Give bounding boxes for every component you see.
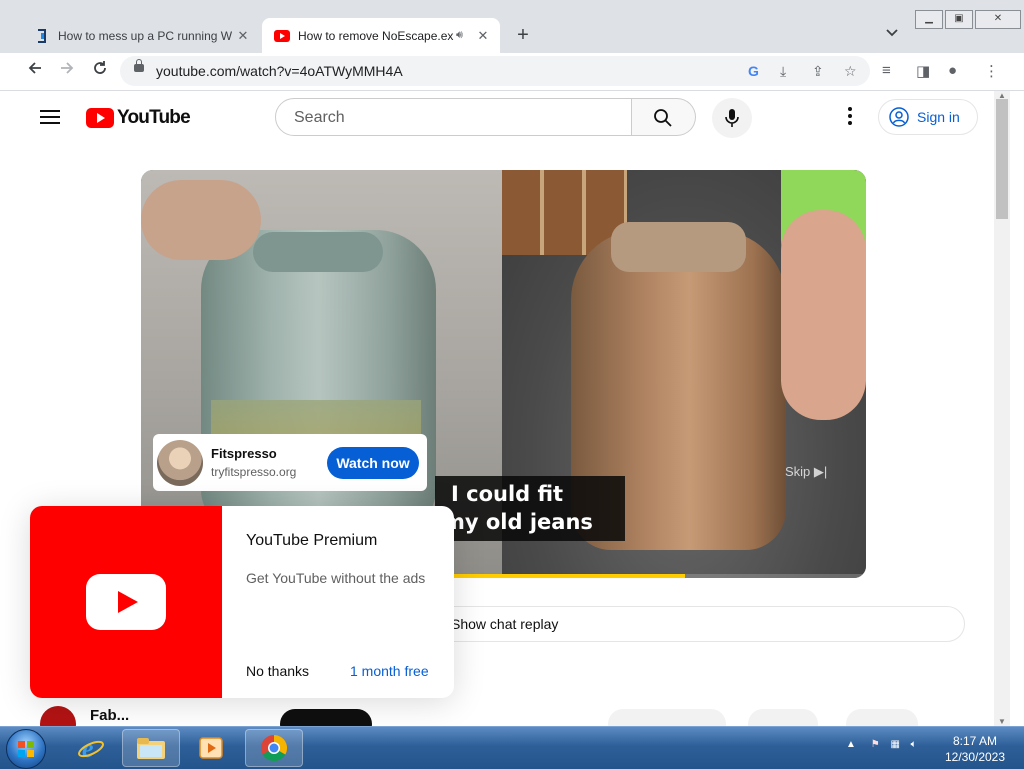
search-icon	[654, 109, 672, 127]
ad-url: tryfitspresso.org	[211, 465, 297, 479]
minimize-button[interactable]: ▁	[915, 10, 943, 29]
youtube-play-button-icon	[86, 574, 166, 630]
tab-close-icon[interactable]: ✕	[234, 28, 252, 44]
volume-muted-icon[interactable]: 🔈︎	[911, 739, 917, 750]
hamburger-menu-icon[interactable]	[40, 110, 60, 124]
tab-search-chevron-icon[interactable]	[886, 26, 898, 40]
page-favicon-icon	[34, 28, 50, 44]
media-controls-icon[interactable]: ≡	[882, 62, 891, 79]
youtube-premium-popup: YouTube Premium Get YouTube without the …	[30, 506, 454, 698]
clock-time: 8:17 AM	[952, 734, 998, 748]
ad-overlay-card[interactable]: Fitspresso tryfitspresso.org Watch now	[153, 434, 427, 491]
tab-strip: How to mess up a PC running W ✕ How to r…	[0, 0, 1024, 53]
sign-in-button[interactable]: Sign in	[878, 99, 978, 135]
video-jar-brown-neck	[611, 222, 746, 272]
tab-noescape[interactable]: How to remove NoEscape.ex 🔊︎ ✕	[262, 18, 500, 53]
forward-arrow-icon[interactable]	[55, 59, 79, 83]
start-button[interactable]	[6, 729, 46, 769]
side-panel-icon[interactable]: ◨	[916, 62, 930, 80]
chrome-menu-icon[interactable]: ⋮	[984, 62, 999, 80]
youtube-logo[interactable]: YouTube	[86, 107, 191, 129]
profile-icon[interactable]: ●	[948, 62, 957, 79]
watch-now-button[interactable]: Watch now	[327, 446, 419, 479]
reload-icon[interactable]	[88, 59, 112, 83]
subscribe-button[interactable]	[280, 709, 372, 726]
taskbar-clock[interactable]: 8:17 AM 12/30/2023	[940, 733, 1010, 765]
microphone-icon	[725, 109, 739, 127]
page-scrollbar[interactable]: ▲ ▼	[994, 91, 1010, 726]
browser-toolbar: youtube.com/watch?v=4oATWyMMH4A G ⤓ ⇪ ☆ …	[0, 53, 1024, 91]
one-month-free-button[interactable]: 1 month free	[350, 663, 429, 679]
media-player-taskbar-button[interactable]	[182, 729, 240, 767]
address-bar[interactable]: youtube.com/watch?v=4oATWyMMH4A G ⤓ ⇪ ☆	[120, 56, 870, 86]
chrome-icon	[261, 734, 288, 762]
clock-date: 12/30/2023	[944, 750, 1006, 764]
internet-explorer-icon: e	[78, 734, 104, 762]
channel-row: Fab...	[40, 704, 980, 726]
new-tab-button[interactable]: +	[512, 24, 534, 47]
tab-close-icon[interactable]: ✕	[474, 28, 492, 44]
channel-avatar[interactable]	[40, 706, 76, 726]
media-player-icon	[199, 737, 223, 759]
share-icon[interactable]: ⇪	[812, 63, 824, 80]
caption-line-2: my old jeans	[443, 510, 593, 534]
tab-title: How to mess up a PC running W	[58, 28, 233, 43]
window-border	[1010, 91, 1024, 726]
search-input[interactable]	[292, 108, 616, 128]
video-caption: I could fit my old jeans	[435, 476, 625, 541]
folder-icon	[137, 738, 165, 759]
internet-explorer-taskbar-button[interactable]: e	[62, 729, 120, 767]
network-icon[interactable]: ▦	[890, 739, 899, 750]
maximize-button[interactable]: ▣	[945, 10, 973, 29]
search-button[interactable]	[632, 98, 696, 136]
lock-icon[interactable]	[134, 59, 144, 72]
youtube-favicon-icon	[274, 28, 290, 44]
close-window-button[interactable]: ✕	[975, 10, 1021, 29]
sign-in-label: Sign in	[917, 109, 960, 125]
system-tray: ▲ ⚑ ▦ 🔈︎	[846, 739, 917, 750]
more-actions-button[interactable]	[846, 709, 918, 726]
speaker-icon[interactable]: 🔊︎	[456, 29, 470, 42]
youtube-wordmark: YouTube	[117, 107, 191, 128]
account-circle-icon	[889, 107, 909, 127]
bookmark-star-icon[interactable]: ☆	[844, 63, 857, 80]
ad-advertiser-name: Fitspresso	[211, 446, 277, 461]
windows-taskbar: e ▲ ⚑ ▦ 🔈︎ 8:17 AM 12/30/2023	[0, 726, 1024, 769]
google-translate-icon[interactable]: G	[748, 63, 759, 79]
video-hand-right	[781, 210, 866, 420]
premium-promo-image	[30, 506, 222, 698]
url-text: youtube.com/watch?v=4oATWyMMH4A	[156, 63, 403, 79]
ad-thumbnail	[157, 439, 203, 486]
windows-flag-icon	[18, 741, 34, 757]
back-arrow-icon[interactable]	[23, 59, 47, 83]
show-hidden-icons-icon[interactable]: ▲	[846, 739, 856, 750]
tab-title: How to remove NoEscape.ex	[298, 28, 454, 43]
premium-subtitle: Get YouTube without the ads	[246, 570, 426, 586]
settings-kebab-icon[interactable]	[840, 107, 860, 128]
scrollbar-thumb[interactable]	[996, 99, 1008, 219]
tab-how-to-mess-up[interactable]: How to mess up a PC running W ✕	[22, 18, 260, 53]
chat-replay-label: Show chat replay	[451, 616, 559, 632]
premium-title: YouTube Premium	[246, 532, 378, 549]
share-button[interactable]	[748, 709, 818, 726]
channel-name[interactable]: Fab...	[90, 707, 129, 724]
voice-search-button[interactable]	[712, 98, 752, 138]
install-icon[interactable]: ⤓	[780, 63, 786, 80]
youtube-play-icon	[86, 108, 114, 128]
video-jar-neck	[253, 232, 383, 272]
no-thanks-button[interactable]: No thanks	[246, 663, 309, 679]
action-center-flag-icon[interactable]: ⚑	[871, 739, 880, 750]
window-controls: ▁ ▣ ✕	[915, 10, 1023, 29]
scroll-down-icon[interactable]: ▼	[998, 717, 1006, 726]
file-explorer-taskbar-button[interactable]	[122, 729, 180, 767]
video-hand-left	[141, 180, 261, 260]
skip-ad-button[interactable]: Skip ▶|	[785, 464, 827, 480]
like-dislike-button[interactable]	[608, 709, 726, 726]
chrome-taskbar-button[interactable]	[245, 729, 303, 767]
search-box	[275, 98, 632, 136]
caption-line-1: I could fit	[451, 482, 564, 506]
